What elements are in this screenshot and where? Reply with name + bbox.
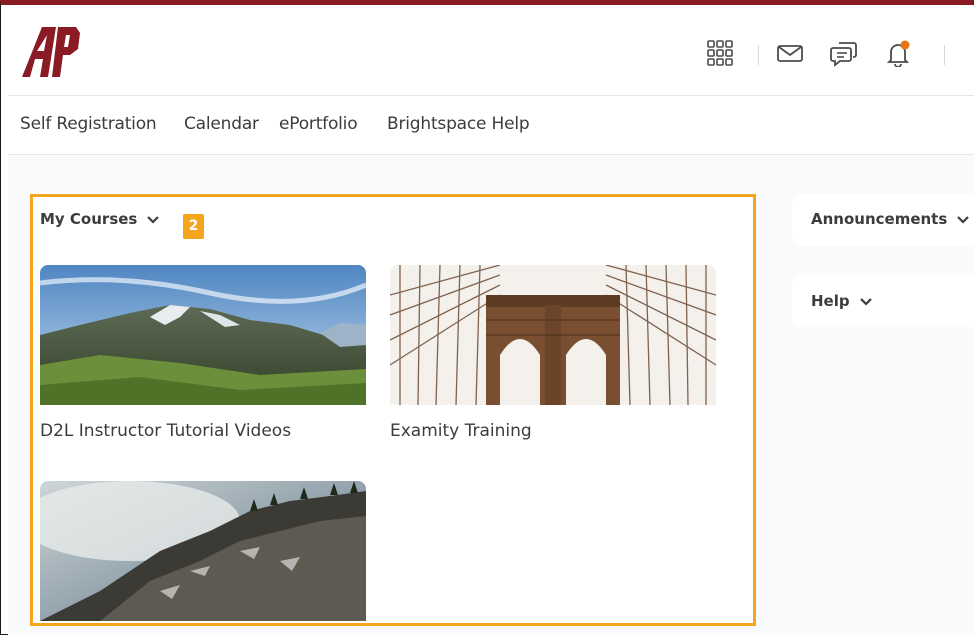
chevron-down-icon [957, 215, 970, 224]
course-title[interactable]: Examity Training [390, 421, 532, 441]
waffle-icon[interactable] [706, 39, 734, 67]
navbar: Self Registration Calendar ePortfolio Br… [8, 96, 974, 155]
mail-icon[interactable] [776, 39, 804, 67]
course-image-mountain[interactable] [40, 265, 366, 405]
course-title[interactable]: D2L Instructor Tutorial Videos [40, 421, 291, 441]
chat-icon[interactable] [830, 39, 858, 67]
bell-icon[interactable] [884, 39, 912, 67]
nav-brightspace-help[interactable]: Brightspace Help [387, 114, 530, 134]
chevron-down-icon [859, 297, 872, 306]
course-image-rocky-peak[interactable] [40, 481, 366, 621]
my-courses-heading[interactable]: My Courses [40, 210, 160, 228]
ap-logo[interactable] [20, 23, 80, 79]
header-divider [944, 45, 945, 65]
help-widget: Help [792, 275, 974, 327]
nav-calendar[interactable]: Calendar [184, 114, 259, 134]
help-heading[interactable]: Help [811, 292, 872, 310]
announcements-title: Announcements [811, 210, 948, 228]
chevron-down-icon [147, 215, 160, 224]
my-courses-title: My Courses [40, 210, 138, 228]
announcements-widget: Announcements [792, 194, 974, 246]
nav-self-registration[interactable]: Self Registration [20, 114, 157, 134]
notification-dot [900, 40, 910, 50]
help-title: Help [811, 292, 850, 310]
nav-eportfolio[interactable]: ePortfolio [279, 114, 358, 134]
course-image-bridge[interactable] [390, 265, 716, 405]
header-divider [758, 45, 759, 65]
top-header [8, 5, 974, 96]
callout-badge: 2 [183, 214, 204, 239]
announcements-heading[interactable]: Announcements [811, 210, 970, 228]
